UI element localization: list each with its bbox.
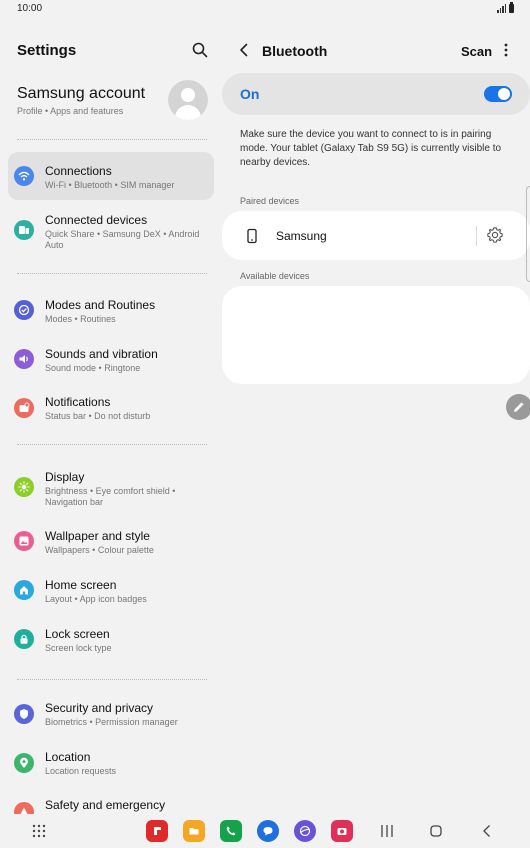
signal-icon bbox=[497, 4, 506, 13]
item-subtitle: Modes • Routines bbox=[45, 314, 116, 324]
app-drawer-icon[interactable] bbox=[29, 821, 49, 841]
camera-icon[interactable] bbox=[331, 820, 353, 842]
messages-icon[interactable] bbox=[257, 820, 279, 842]
account-name: Samsung account bbox=[17, 85, 146, 102]
bluetooth-switch[interactable] bbox=[484, 86, 512, 102]
speaker-icon bbox=[14, 349, 34, 369]
settings-item-location[interactable]: Location Location requests bbox=[8, 741, 214, 785]
recents-icon[interactable] bbox=[377, 821, 397, 841]
navigation-bar bbox=[0, 814, 530, 848]
item-title: Wallpaper and style bbox=[45, 529, 150, 543]
sun-icon bbox=[14, 477, 34, 497]
item-subtitle: Sound mode • Ringtone bbox=[45, 363, 141, 373]
status-bar: 10:00 bbox=[0, 0, 530, 20]
samsung-account[interactable]: Samsung account Profile • Apps and featu… bbox=[8, 74, 214, 126]
settings-item-modes-and-routines[interactable]: Modes and Routines Modes • Routines bbox=[8, 288, 214, 332]
shield-icon bbox=[14, 704, 34, 724]
devices-icon bbox=[14, 220, 34, 240]
edge-panel-handle[interactable] bbox=[526, 186, 530, 282]
device-name: Samsung bbox=[276, 229, 327, 243]
settings-item-connected-devices[interactable]: Connected devices Quick Share • Samsung … bbox=[8, 205, 214, 255]
item-subtitle: Layout • App icon badges bbox=[45, 594, 147, 604]
settings-list-pane: Settings Samsung account Profile • Apps … bbox=[0, 20, 222, 814]
item-title: Security and privacy bbox=[45, 701, 154, 715]
notification-icon bbox=[14, 398, 34, 418]
pencil-icon bbox=[514, 402, 524, 412]
divider bbox=[17, 139, 207, 140]
home-icon bbox=[14, 580, 34, 600]
bluetooth-master-toggle[interactable]: On bbox=[222, 73, 530, 115]
status-time: 10:00 bbox=[17, 3, 43, 14]
item-subtitle: Screen lock type bbox=[45, 643, 112, 653]
pairing-description: Make sure the device you want to connect… bbox=[240, 129, 502, 168]
available-devices-header: Available devices bbox=[240, 271, 310, 281]
location-icon bbox=[14, 753, 34, 773]
emergency-icon bbox=[14, 802, 34, 814]
bluetooth-pane: Bluetooth Scan On Make sure the device y… bbox=[222, 20, 530, 814]
item-subtitle: Wallpapers • Colour palette bbox=[45, 545, 154, 555]
divider bbox=[17, 273, 207, 274]
divider bbox=[17, 444, 207, 445]
settings-item-wallpaper-and-style[interactable]: Wallpaper and style Wallpapers • Colour … bbox=[8, 520, 214, 564]
scan-button[interactable]: Scan bbox=[461, 44, 492, 59]
check-circle-icon bbox=[14, 300, 34, 320]
item-subtitle: Wi-Fi • Bluetooth • SIM manager bbox=[45, 180, 175, 190]
back-arrow-icon[interactable] bbox=[236, 42, 252, 58]
tablet-icon bbox=[247, 228, 257, 244]
item-title: Notifications bbox=[45, 395, 111, 409]
item-subtitle: Status bar • Do not disturb bbox=[45, 411, 151, 421]
settings-item-sounds-and-vibration[interactable]: Sounds and vibration Sound mode • Ringto… bbox=[8, 337, 214, 381]
toggle-label: On bbox=[240, 86, 260, 102]
edit-fab[interactable] bbox=[506, 394, 530, 420]
item-subtitle: Location requests bbox=[45, 766, 117, 776]
divider bbox=[17, 679, 207, 680]
settings-item-connections[interactable]: Connections Wi-Fi • Bluetooth • SIM mana… bbox=[8, 152, 214, 200]
lock-icon bbox=[14, 629, 34, 649]
more-options-icon[interactable] bbox=[502, 42, 510, 58]
item-title: Display bbox=[45, 470, 85, 484]
wifi-icon bbox=[14, 166, 34, 186]
back-button-icon[interactable] bbox=[477, 821, 497, 841]
item-title: Connections bbox=[45, 164, 112, 178]
flipboard-icon[interactable] bbox=[146, 820, 168, 842]
paired-device-row[interactable]: Samsung bbox=[222, 211, 530, 260]
item-subtitle: Quick Share • Samsung DeX • Android Auto bbox=[45, 229, 200, 250]
paired-devices-header: Paired devices bbox=[240, 196, 300, 206]
item-title: Sounds and vibration bbox=[45, 347, 158, 361]
settings-item-lock-screen[interactable]: Lock screen Screen lock type bbox=[8, 618, 214, 662]
settings-item-notifications[interactable]: Notifications Status bar • Do not distur… bbox=[8, 386, 214, 430]
internet-icon[interactable] bbox=[294, 820, 316, 842]
item-title: Home screen bbox=[45, 578, 117, 592]
item-title: Lock screen bbox=[45, 627, 110, 641]
gear-icon[interactable] bbox=[486, 226, 504, 244]
item-title: Modes and Routines bbox=[45, 298, 156, 312]
item-subtitle: Biometrics • Permission manager bbox=[45, 717, 178, 727]
item-title: Safety and emergency bbox=[45, 798, 166, 812]
settings-title: Settings bbox=[17, 42, 77, 59]
search-icon[interactable] bbox=[191, 41, 209, 59]
status-icons bbox=[497, 2, 514, 13]
page-title: Bluetooth bbox=[262, 43, 328, 59]
item-title: Connected devices bbox=[45, 213, 148, 227]
home-button-icon[interactable] bbox=[426, 821, 446, 841]
settings-item-display[interactable]: Display Brightness • Eye comfort shield … bbox=[8, 460, 214, 512]
account-subtitle: Profile • Apps and features bbox=[17, 106, 124, 116]
available-devices-list bbox=[222, 286, 530, 384]
phone-icon[interactable] bbox=[220, 820, 242, 842]
item-title: Location bbox=[45, 750, 91, 764]
settings-item-safety-and-emergency[interactable]: Safety and emergency bbox=[8, 790, 214, 814]
settings-item-security-and-privacy[interactable]: Security and privacy Biometrics • Permis… bbox=[8, 692, 214, 736]
divider bbox=[476, 226, 477, 246]
folder-icon[interactable] bbox=[183, 820, 205, 842]
item-subtitle: Brightness • Eye comfort shield • Naviga… bbox=[45, 486, 176, 507]
settings-item-home-screen[interactable]: Home screen Layout • App icon badges bbox=[8, 569, 214, 613]
image-icon bbox=[14, 531, 34, 551]
battery-icon bbox=[509, 2, 514, 13]
avatar bbox=[168, 80, 208, 120]
